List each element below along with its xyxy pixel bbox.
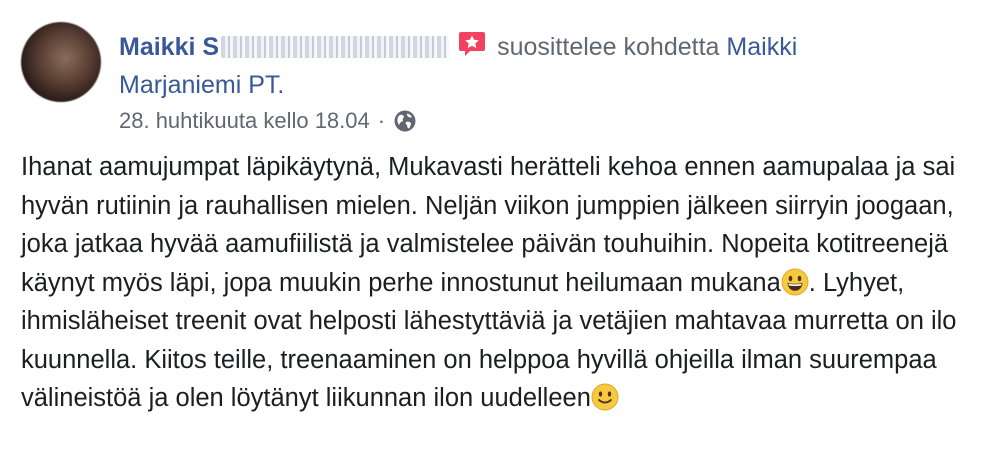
recommendation-star-icon: [459, 32, 486, 56]
recommends-action-text: suosittelee kohdetta: [497, 33, 720, 61]
meta-separator: ·: [377, 108, 386, 133]
slightly-smiling-face-emoji: [591, 383, 619, 411]
post-meta: 28. huhtikuuta kello 18.04 ·: [119, 106, 417, 136]
post-body: Ihanat aamujumpat läpikäytynä, Mukavasti…: [21, 148, 976, 418]
author-name-redacted: [221, 36, 450, 58]
post-timestamp[interactable]: 28. huhtikuuta kello 18.04: [119, 106, 370, 136]
author-name: Maikki S: [119, 33, 220, 61]
target-name-line2: Marjaniemi PT.: [119, 71, 285, 99]
globe-icon[interactable]: [393, 109, 417, 133]
author-name-link[interactable]: Maikki S: [119, 33, 457, 61]
post-body-paragraph: Ihanat aamujumpat läpikäytynä, Mukavasti…: [21, 148, 976, 418]
recommendation-post: Maikki S suosittelee kohdetta Maikki Marj…: [0, 0, 993, 470]
author-avatar[interactable]: [21, 22, 101, 102]
grinning-face-emoji: [781, 268, 809, 295]
post-header: Maikki S suosittelee kohdetta Maikki Marj…: [119, 28, 959, 104]
target-name-line1: Maikki: [726, 33, 798, 61]
header-line: Maikki S suosittelee kohdetta Maikki Marj…: [119, 28, 959, 104]
